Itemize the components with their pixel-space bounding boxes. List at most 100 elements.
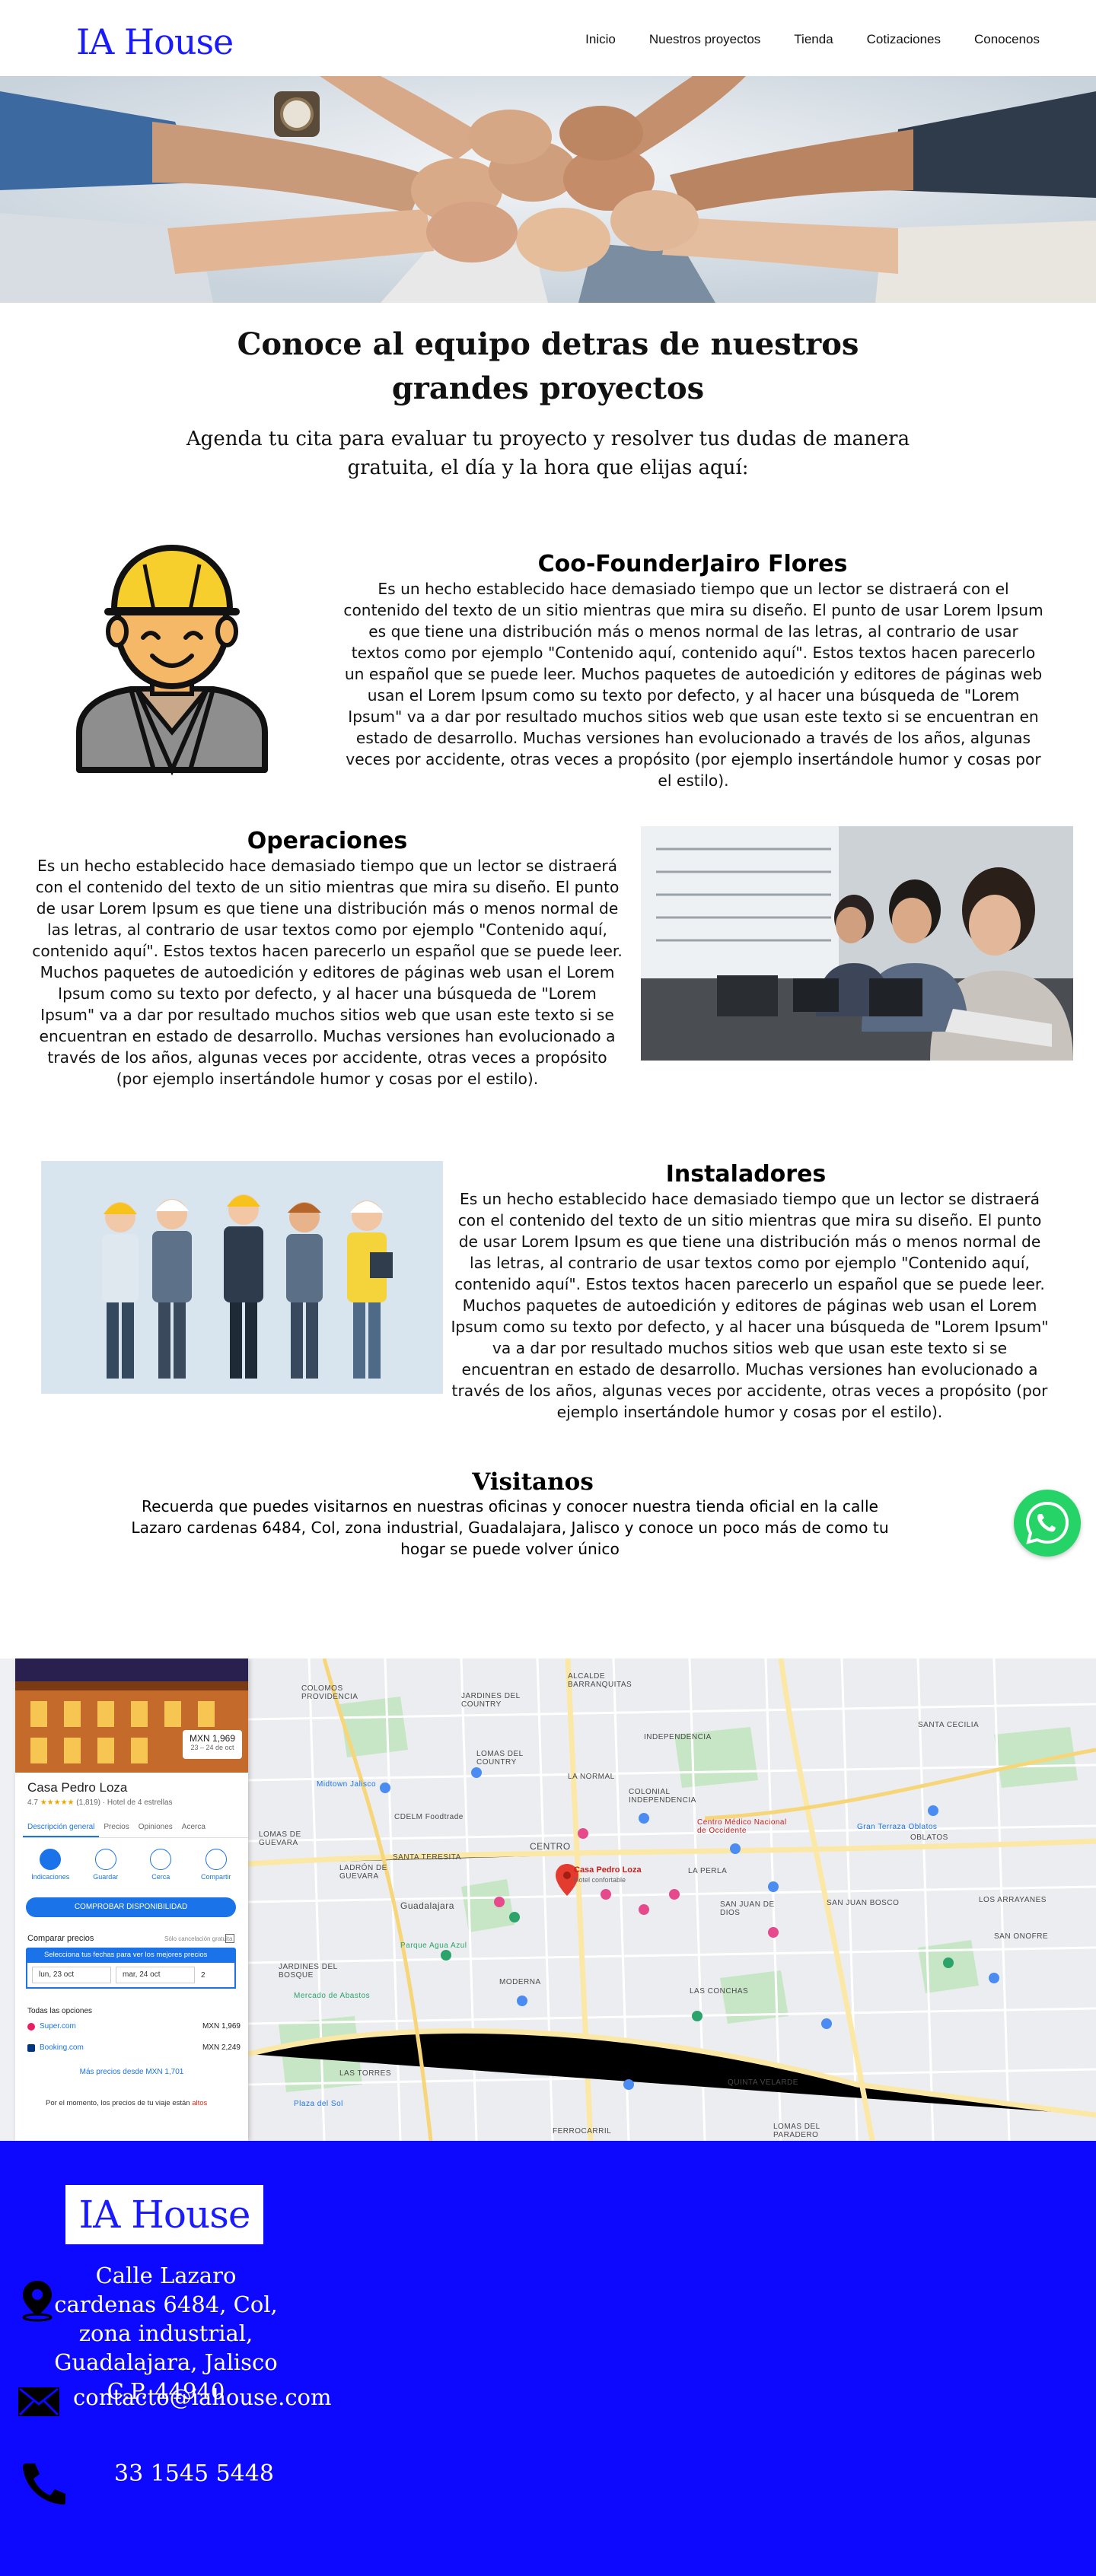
hotel-photo[interactable]: MXN 1,969 23 – 24 de oct	[15, 1658, 248, 1773]
site-footer: IA House Calle Lazaro cardenas 6484, Col…	[0, 2141, 1096, 2576]
workers-group-illustration	[41, 1161, 443, 1394]
note-status: altos	[192, 2099, 208, 2107]
founder-text: Es un hecho establecido hace demasiado t…	[343, 580, 1043, 790]
map-label: CDELM Foodtrade	[394, 1813, 464, 1821]
share-button[interactable]: Compartir	[193, 1849, 239, 1881]
map-label: OBLATOS	[910, 1833, 948, 1842]
map-label: INDEPENDENCIA	[644, 1733, 712, 1741]
option-price: MXN 1,969	[202, 2022, 241, 2031]
installers-title: Instaladores	[665, 1161, 827, 1188]
city-map-drawing	[247, 1658, 1096, 2141]
nearby-button[interactable]: Cerca	[138, 1849, 183, 1881]
save-button[interactable]: Guardar	[83, 1849, 129, 1881]
map-label: LAS CONCHAS	[690, 1987, 749, 1996]
nav-link-cotizaciones[interactable]: Cotizaciones	[867, 32, 941, 47]
check-availability-button[interactable]: COMPROBAR DISPONIBILIDAD	[26, 1897, 236, 1917]
all-options-label: Todas las opciones	[27, 2007, 93, 2015]
tab-prices[interactable]: Precios	[99, 1818, 133, 1837]
tab-about[interactable]: Acerca	[177, 1818, 210, 1837]
price-value: MXN 1,969	[189, 1733, 236, 1744]
map-label: QUINTA VELARDE	[728, 2078, 798, 2087]
hotel-rating-row: 4.7 ★★★★★ (1,819) · Hotel de 4 estrellas	[27, 1798, 172, 1807]
more-prices-link[interactable]: Más precios desde MXN 1,701	[15, 2068, 248, 2076]
nav-link-proyectos[interactable]: Nuestros proyectos	[649, 32, 760, 47]
map-label: Parque Agua Azul	[400, 1942, 467, 1950]
map-marker-sublabel: Hotel confortable	[574, 1876, 626, 1884]
map-label: JARDINES DEL BOSQUE	[279, 1963, 338, 1980]
checkin-date[interactable]: lun, 23 oct	[32, 1967, 111, 1983]
map-label: Guadalajara	[400, 1900, 454, 1911]
map-label: CENTRO	[530, 1841, 571, 1852]
directions-label: Indicaciones	[31, 1873, 70, 1881]
panel-tabs: Descripción general Precios Opiniones Ac…	[23, 1818, 248, 1838]
price-option[interactable]: Booking.com MXN 2,249	[27, 2043, 241, 2052]
map-label: SAN ONOFRE	[994, 1932, 1049, 1941]
map-label: COLONIAL INDEPENDENCIA	[629, 1788, 696, 1805]
rating-stars-icon: ★★★★★	[40, 1798, 75, 1807]
footer-logo[interactable]: IA House	[65, 2185, 263, 2244]
map-label: LOMAS DE GUEVARA	[259, 1830, 301, 1847]
whatsapp-icon	[1017, 1493, 1078, 1554]
worker-avatar-icon	[76, 545, 268, 776]
directions-button[interactable]: Indicaciones	[27, 1849, 73, 1881]
nav-link-conocenos[interactable]: Conocenos	[974, 32, 1040, 47]
map-label: LOS ARRAYANES	[979, 1896, 1047, 1904]
founder-title: Coo-FounderJairo Flores	[537, 551, 848, 577]
date-selector: lun, 23 oct mar, 24 oct 2	[26, 1963, 236, 1989]
nearby-icon	[150, 1849, 172, 1870]
map-canvas[interactable]: Casa Pedro Loza Hotel confortable COLOMO…	[247, 1658, 1096, 2141]
tab-reviews[interactable]: Opiniones	[134, 1818, 177, 1837]
footer-phone[interactable]: 33 1545 5448	[114, 2460, 274, 2487]
envelope-icon	[18, 2387, 59, 2416]
option-provider: Booking.com	[27, 2043, 84, 2052]
site-logo[interactable]: IA House	[76, 21, 234, 62]
map-label: SANTA TERESITA	[393, 1853, 461, 1862]
team-intro-subtitle: Agenda tu cita para evaluar tu proyecto …	[186, 428, 910, 479]
nav-link-inicio[interactable]: Inicio	[585, 32, 616, 47]
tab-overview[interactable]: Descripción general	[23, 1818, 100, 1837]
price-dates: 23 – 24 de oct	[190, 1744, 234, 1751]
share-icon	[205, 1849, 227, 1870]
place-info-panel: MXN 1,969 23 – 24 de oct Casa Pedro Loza…	[15, 1658, 248, 2141]
review-count[interactable]: (1,819)	[76, 1798, 100, 1807]
map-label: LAS TORRES	[339, 2069, 391, 2078]
panel-actions: Indicaciones Guardar Cerca Compartir	[23, 1849, 244, 1881]
map-label: LOMAS DEL PARADERO	[773, 2123, 820, 2139]
price-option[interactable]: Super.com MXN 1,969	[27, 2022, 241, 2031]
top-navbar: IA House Inicio Nuestros proyectos Tiend…	[0, 0, 1096, 76]
checkout-date[interactable]: mar, 24 oct	[116, 1967, 195, 1983]
main-nav: Inicio Nuestros proyectos Tienda Cotizac…	[552, 32, 1040, 47]
compare-prices-label: Comparar precios	[27, 1934, 94, 1943]
google-map-embed[interactable]: Casa Pedro Loza Hotel confortable COLOMO…	[0, 1658, 1096, 2141]
rating-value: 4.7	[27, 1798, 38, 1807]
price-badge: MXN 1,969 23 – 24 de oct	[183, 1730, 242, 1759]
hero-illustration	[0, 76, 1096, 303]
map-label: SANTA CECILIA	[918, 1721, 980, 1729]
free-cancellation-label: Sólo cancelación gratuita	[164, 1935, 233, 1942]
map-label: COLOMOS PROVIDENCIA	[301, 1684, 358, 1701]
whatsapp-button[interactable]	[1014, 1490, 1081, 1557]
installers-text: Es un hecho establecido hace demasiado t…	[451, 1190, 1049, 1421]
map-marker-label[interactable]: Casa Pedro Loza	[574, 1865, 642, 1875]
share-label: Compartir	[200, 1873, 231, 1881]
nav-link-tienda[interactable]: Tienda	[794, 32, 833, 47]
hero-image-team-fists	[0, 76, 1096, 303]
map-label: Gran Terraza Oblatos	[857, 1823, 938, 1831]
bookmark-icon	[94, 1849, 116, 1870]
visit-title: Visitanos	[472, 1468, 594, 1496]
operations-photo-call-center	[641, 826, 1073, 1061]
operations-text: Es un hecho establecido hace demasiado t…	[32, 857, 623, 1088]
footer-email[interactable]: contacto@iahouse.com	[73, 2384, 332, 2410]
visit-text: Recuerda que puedes visitarnos en nuestr…	[131, 1497, 889, 1558]
map-label: Midtown Jalisco	[317, 1780, 377, 1789]
free-cancellation-checkbox[interactable]	[225, 1934, 234, 1943]
installers-photo-team	[41, 1161, 443, 1394]
operations-title: Operaciones	[247, 828, 408, 854]
team-intro-title: Conoce al equipo detras de nuestros gran…	[237, 326, 859, 406]
hotel-name: Casa Pedro Loza	[27, 1780, 128, 1795]
map-label: Mercado de Abastos	[294, 1992, 371, 2000]
founder-avatar-illustration	[70, 542, 274, 785]
guests-count[interactable]: 2	[195, 1971, 212, 1980]
phone-icon	[23, 2463, 65, 2504]
option-provider: Super.com	[27, 2022, 76, 2031]
